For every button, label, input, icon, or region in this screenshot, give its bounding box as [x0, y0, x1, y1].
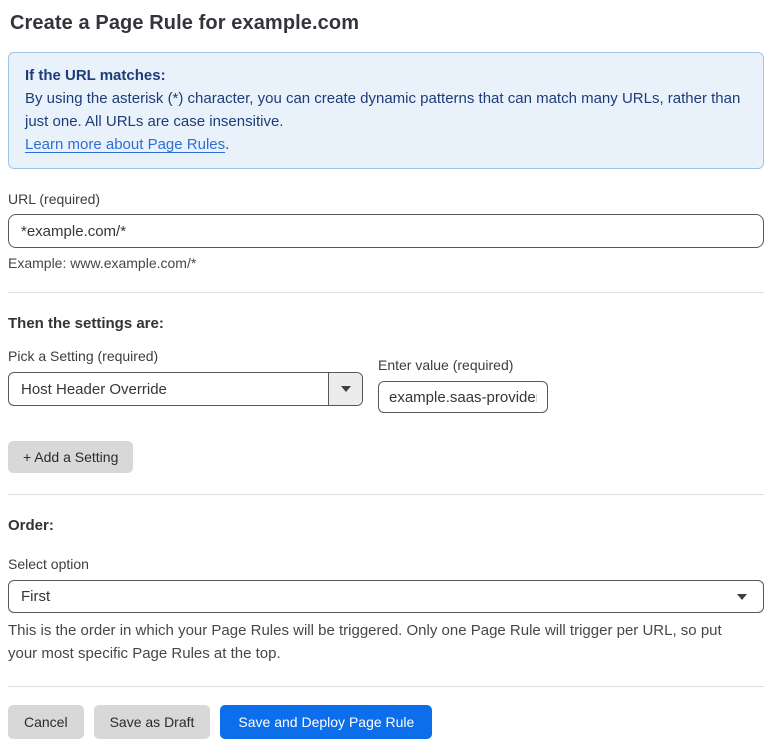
- save-as-draft-button[interactable]: Save as Draft: [93, 705, 211, 739]
- chevron-down-icon: [340, 386, 351, 392]
- footer-actions: Cancel Save as Draft Save and Deploy Pag…: [8, 705, 764, 739]
- section-divider: [8, 494, 764, 495]
- save-and-deploy-button[interactable]: Save and Deploy Page Rule: [220, 705, 433, 739]
- url-field-label: URL (required): [8, 191, 101, 207]
- pick-setting-selected-value: Host Header Override: [21, 380, 167, 398]
- order-selected-value: First: [21, 588, 51, 605]
- pick-setting-column: Pick a Setting (required) Host Header Ov…: [8, 332, 363, 406]
- learn-more-link[interactable]: Learn more about Page Rules: [25, 136, 225, 153]
- url-example-text: Example: www.example.com/*: [8, 255, 197, 271]
- enter-value-label: Enter value (required): [378, 357, 514, 373]
- pick-setting-select[interactable]: Host Header Override: [8, 372, 363, 406]
- info-box-heading: If the URL matches:: [25, 67, 166, 84]
- add-setting-button[interactable]: + Add a Setting: [8, 441, 134, 473]
- url-matches-info-box: If the URL matches: By using the asteris…: [8, 52, 764, 169]
- order-help-text: This is the order in which your Page Rul…: [8, 622, 722, 662]
- info-box-link-line: Learn more about Page Rules.: [25, 133, 747, 156]
- settings-row: Pick a Setting (required) Host Header Ov…: [8, 332, 764, 413]
- chevron-down-icon: [737, 593, 747, 600]
- settings-section-heading: Then the settings are:: [8, 315, 164, 332]
- section-divider: [8, 292, 764, 293]
- pick-setting-dropdown-button[interactable]: [328, 373, 362, 405]
- url-input[interactable]: [8, 214, 764, 248]
- enter-value-column: Enter value (required): [378, 341, 548, 413]
- setting-value-input[interactable]: [378, 381, 548, 413]
- info-box-body: By using the asterisk (*) character, you…: [25, 90, 741, 130]
- pick-setting-label: Pick a Setting (required): [8, 348, 159, 364]
- link-period: .: [225, 136, 230, 153]
- order-select-label: Select option: [8, 556, 89, 572]
- footer-divider: [8, 686, 764, 687]
- cancel-button[interactable]: Cancel: [8, 705, 84, 739]
- order-section-heading: Order:: [8, 517, 54, 534]
- page-title: Create a Page Rule for example.com: [10, 12, 360, 34]
- order-select[interactable]: First: [8, 580, 764, 613]
